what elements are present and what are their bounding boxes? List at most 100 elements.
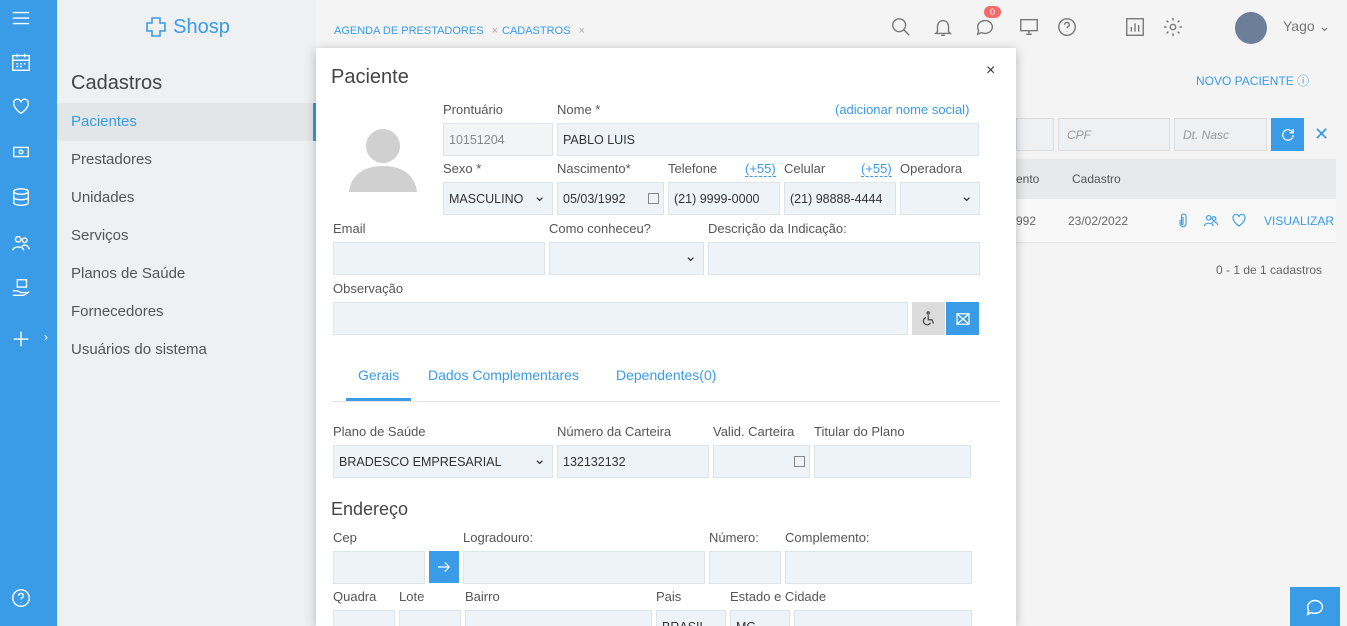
nome-field[interactable]: PABLO LUIS xyxy=(557,123,979,156)
ddi-telefone-link[interactable]: (+55) xyxy=(745,161,776,177)
sexo-select[interactable]: MASCULINO xyxy=(443,182,553,215)
table-row[interactable]: 992 23/02/2022 VISUALIZAR xyxy=(1016,199,1336,243)
numero-carteira-field[interactable]: 132132132 xyxy=(557,445,709,478)
cell-cadastro: 23/02/2022 xyxy=(1068,214,1129,228)
tab-agenda[interactable]: AGENDA DE PRESTADORES × xyxy=(334,25,498,37)
avatar[interactable] xyxy=(1235,12,1267,44)
bell-icon[interactable] xyxy=(932,16,956,40)
estado-select[interactable]: MG xyxy=(730,610,790,626)
chat-icon[interactable] xyxy=(974,16,998,40)
chat-support-button[interactable] xyxy=(1290,587,1340,626)
calendar-icon[interactable] xyxy=(8,49,34,75)
sidebar-item-planos[interactable]: Planos de Saúde xyxy=(57,255,316,293)
filter-cpf-input[interactable]: CPF xyxy=(1058,118,1170,151)
pais-select[interactable]: BRASIL xyxy=(656,610,726,626)
close-icon[interactable]: × xyxy=(986,62,995,80)
patients-list: NOVO PACIENTE ⓘ CPF Dt. Nasc ✕ ento Cada… xyxy=(1016,58,1347,626)
tab-dados-complementares[interactable]: Dados Complementares xyxy=(428,367,579,383)
chevron-down-icon: ⌄ xyxy=(1318,18,1331,34)
modal-title: Paciente xyxy=(331,66,409,88)
tab-divider xyxy=(332,401,1000,402)
column-header[interactable]: ento xyxy=(1016,172,1039,186)
ddi-celular-link[interactable]: (+55) xyxy=(861,161,892,177)
tab-close-icon[interactable]: × xyxy=(492,25,498,37)
logradouro-field[interactable] xyxy=(463,551,705,584)
sidebar-item-fornecedores[interactable]: Fornecedores xyxy=(57,293,316,331)
group-icon[interactable] xyxy=(1202,211,1220,229)
sidebar-item-usuarios[interactable]: Usuários do sistema xyxy=(57,331,316,369)
cep-field[interactable] xyxy=(333,551,425,584)
sidebar-item-pacientes[interactable]: Pacientes xyxy=(57,103,316,141)
operadora-select[interactable] xyxy=(900,182,980,215)
user-name[interactable]: Yago ⌄ xyxy=(1283,18,1330,35)
complemento-field[interactable] xyxy=(785,551,972,584)
plano-select[interactable]: BRADESCO EMPRESARIAL xyxy=(333,445,553,478)
validade-carteira-field[interactable] xyxy=(713,445,810,478)
sidebar-item-servicos[interactable]: Serviços xyxy=(57,217,316,255)
email-field[interactable] xyxy=(333,242,545,275)
cidade-select[interactable] xyxy=(794,610,972,626)
label-estado-cidade: Estado e Cidade xyxy=(730,589,827,604)
heart-icon[interactable] xyxy=(8,93,34,119)
tab-cadastros[interactable]: CADASTROS × xyxy=(502,25,585,37)
wheelchair-icon xyxy=(922,310,934,325)
cep-search-button[interactable] xyxy=(429,551,459,583)
descricao-indicacao-field[interactable] xyxy=(708,242,980,275)
paperclip-icon[interactable] xyxy=(1174,211,1192,229)
cloud-cross-icon xyxy=(146,17,166,37)
monitor-icon[interactable] xyxy=(1018,16,1042,40)
lote-field[interactable] xyxy=(399,610,461,626)
label-lote: Lote xyxy=(399,589,425,604)
add-social-name-link[interactable]: (adicionar nome social) xyxy=(835,102,969,117)
label-bairro: Bairro xyxy=(465,589,500,604)
info-icon: ⓘ xyxy=(1297,74,1310,88)
refresh-button[interactable] xyxy=(1271,118,1304,151)
bairro-field[interactable] xyxy=(465,610,652,626)
prontuario-field[interactable]: 10151204 xyxy=(443,123,553,156)
telefone-field[interactable]: (21) 9999-0000 xyxy=(668,182,780,215)
sidebar-item-prestadores[interactable]: Prestadores xyxy=(57,141,316,179)
menu-icon[interactable] xyxy=(8,5,34,31)
label-numero: Número: xyxy=(709,530,759,545)
accessibility-button[interactable] xyxy=(912,302,945,335)
titular-field[interactable] xyxy=(814,445,971,478)
tab-label: AGENDA DE PRESTADORES xyxy=(334,25,484,37)
money-icon[interactable] xyxy=(8,139,34,165)
label-plano: Plano de Saúde xyxy=(333,424,426,439)
help-icon[interactable] xyxy=(1056,16,1080,40)
database-icon[interactable] xyxy=(8,184,34,210)
sidebar-item-unidades[interactable]: Unidades xyxy=(57,179,316,217)
logo[interactable]: Shosp xyxy=(57,0,316,54)
label-nascimento: Nascimento* xyxy=(557,161,631,176)
gear-icon[interactable] xyxy=(1162,16,1186,40)
email-button[interactable] xyxy=(946,302,979,335)
users-icon[interactable] xyxy=(8,230,34,256)
observacao-field[interactable] xyxy=(333,302,908,335)
clear-filter-icon[interactable]: ✕ xyxy=(1314,124,1329,145)
heart-icon[interactable] xyxy=(1230,211,1248,229)
quadra-field[interactable] xyxy=(333,610,395,626)
report-icon[interactable] xyxy=(1124,16,1148,40)
novo-paciente-link[interactable]: NOVO PACIENTE ⓘ xyxy=(1196,72,1309,89)
como-conheceu-select[interactable] xyxy=(549,242,704,275)
tab-dependentes[interactable]: Dependentes(0) xyxy=(616,367,716,383)
search-icon[interactable] xyxy=(890,16,914,40)
label-cep: Cep xyxy=(333,530,357,545)
celular-field[interactable]: (21) 98888-4444 xyxy=(784,182,896,215)
tab-gerais[interactable]: Gerais xyxy=(358,367,399,383)
help-icon[interactable] xyxy=(8,585,34,611)
numero-field[interactable] xyxy=(709,551,781,584)
nascimento-field[interactable]: 05/03/1992 xyxy=(557,182,664,215)
plus-icon[interactable] xyxy=(8,326,34,352)
column-header[interactable]: Cadastro xyxy=(1072,172,1121,186)
calendar-icon[interactable] xyxy=(794,456,805,467)
chevron-right-icon[interactable]: › xyxy=(44,330,48,344)
calendar-icon[interactable] xyxy=(648,193,659,204)
tab-close-icon[interactable]: × xyxy=(578,25,584,37)
visualizar-link[interactable]: VISUALIZAR xyxy=(1264,214,1334,228)
nascimento-value: 05/03/1992 xyxy=(563,192,626,206)
filter-dtnasc-input[interactable]: Dt. Nasc xyxy=(1174,118,1267,151)
care-icon[interactable] xyxy=(8,275,34,301)
patient-photo[interactable] xyxy=(346,122,421,194)
filter-name-input[interactable] xyxy=(1016,118,1054,151)
